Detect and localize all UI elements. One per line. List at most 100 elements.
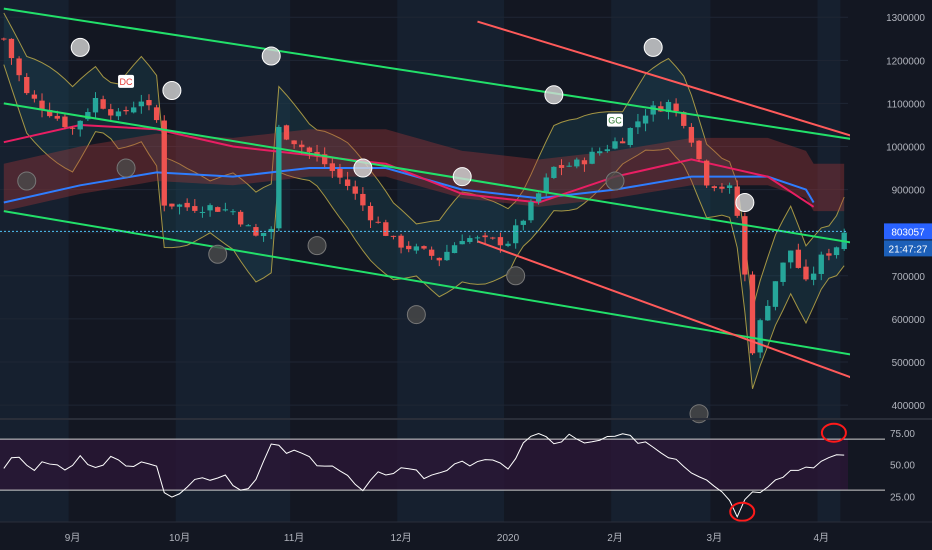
candle-body [612,141,618,149]
candle-body [482,235,488,238]
candle-body [406,245,412,250]
rsi-zone [0,439,848,491]
candle-body [589,151,595,164]
pivot-low-circle [307,236,327,256]
candle-body [92,98,99,113]
candle-body [551,166,557,178]
price-tick-label: 900000 [892,186,926,197]
candle-body [108,109,114,116]
candle-body [688,126,695,143]
candle-body [726,185,733,189]
candle-body [490,237,496,239]
candle-body [535,193,542,202]
candle-body [818,254,824,274]
price-tick-label: 1000000 [886,143,925,154]
candle-body [581,160,588,165]
price-tick-label: 1100000 [887,99,926,110]
candle-body [215,207,221,212]
candle-body [780,262,786,282]
candle-body [436,257,442,261]
candle-body [199,211,206,213]
candle-body [398,235,404,248]
candle-body [528,201,534,221]
candle-body [673,103,679,112]
pivot-high-circle [353,158,373,178]
candle-body [352,186,358,194]
candle-body [123,109,129,112]
candle-body [719,186,725,189]
candle-body [306,147,313,152]
candle-body [497,237,504,246]
candle-body [115,111,122,117]
candle-body [604,149,611,152]
candle-body [161,120,167,206]
candle-body [505,243,511,246]
candle-body [474,237,481,239]
signal-label: DC [120,77,133,87]
pivot-low-circle [406,305,426,325]
candle-body [1,38,7,40]
candle-body [375,221,381,223]
rsi-tick-label: 75.00 [890,429,915,440]
rsi-tick-label: 50.00 [890,461,915,472]
time-tick-label: 10月 [169,532,190,544]
candle-body [169,203,175,207]
candle-body [390,235,397,237]
candle-body [619,141,626,144]
candle-body [8,38,15,59]
candle-body [153,107,160,121]
time-tick-label: 2020 [497,533,520,544]
candle-body [566,165,572,167]
candle-body [176,204,183,207]
price-tick-label: 500000 [892,358,926,369]
pivot-high-circle [452,167,472,187]
pivot-high-circle [643,37,663,57]
candle-body [360,193,366,206]
candle-body [291,140,297,145]
candle-body [329,163,335,171]
pivot-high-circle [162,80,182,100]
candle-body [16,58,22,76]
candle-body [230,211,236,213]
candle-body [192,206,198,211]
time-tick-label: 9月 [65,532,81,544]
candle-body [513,225,519,244]
pivot-high-circle [544,85,564,105]
candle-body [260,232,267,237]
pivot-low-circle [208,244,228,264]
time-tick-label: 2月 [607,532,623,544]
candle-body [337,168,343,178]
candle-body [627,127,633,146]
candle-body [138,101,145,107]
candle-body [100,99,106,109]
candle-body [788,250,794,263]
candle-body [772,281,779,307]
price-tick-label: 1200000 [886,56,925,67]
candle-body [574,159,580,167]
candle-body [703,160,710,186]
candle-body [31,94,38,99]
candle-body [283,125,290,140]
candle-body [520,220,526,225]
candle-body [635,121,641,128]
price-pane[interactable]: DC GC 1300000 1200000 1100000 1000000 900000 80… [0,0,932,550]
candle-body [54,115,60,119]
candle-body [650,105,656,115]
candle-body [24,76,30,94]
candle-body [642,115,649,124]
price-tick-label: 700000 [892,272,926,283]
time-axis-panel [0,522,932,550]
countdown-text: 21:47:27 [889,244,928,255]
candle-body [207,205,213,211]
candle-body [795,249,802,268]
pivot-high-circle [70,37,90,57]
candle-body [467,238,473,242]
price-tick-label: 600000 [892,315,926,326]
candle-body [711,186,717,189]
candle-body [184,202,190,208]
candle-body [428,249,435,256]
candle-body [222,209,229,211]
candle-body [299,144,305,148]
candle-body [696,140,702,160]
candle-body [62,116,68,128]
